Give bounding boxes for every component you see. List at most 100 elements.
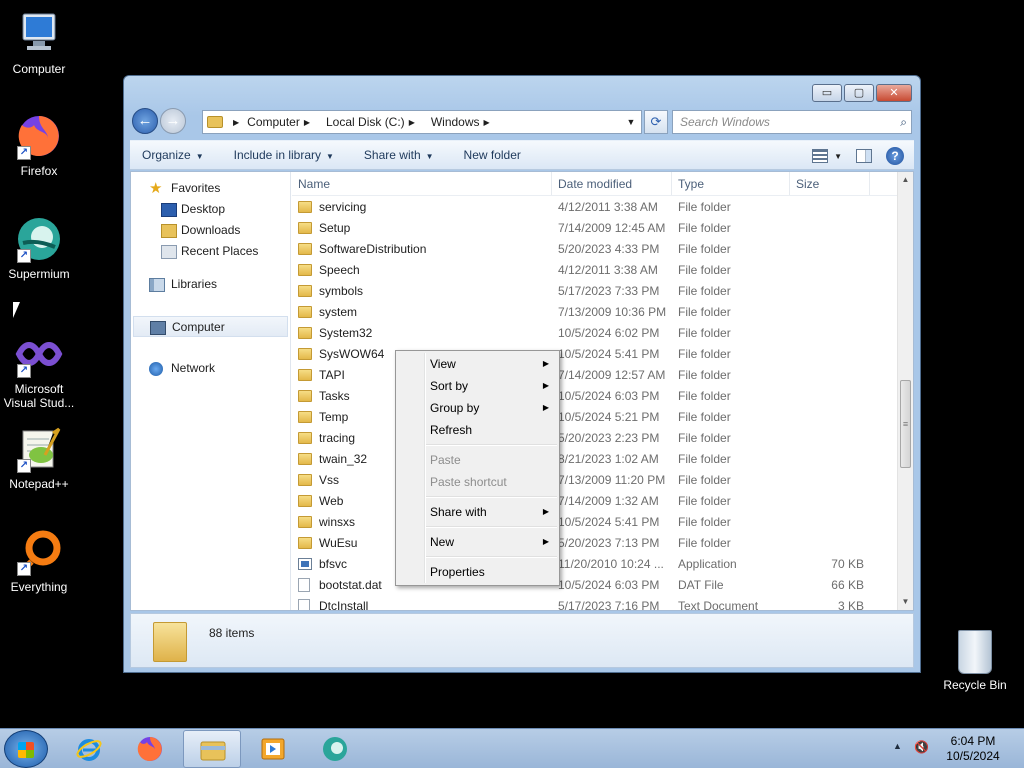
- address-bar[interactable]: ▶ Computer ▶ Local Disk (C:) ▶ Windows ▶ ▼: [202, 110, 642, 134]
- caret-down-icon: ▼: [326, 152, 334, 161]
- file-row[interactable]: winsxs 10/5/2024 5:41 PM File folder: [292, 512, 897, 533]
- menu-item-share-with[interactable]: Share with ▶: [396, 501, 559, 523]
- file-row[interactable]: Setup 7/14/2009 12:45 AM File folder: [292, 218, 897, 239]
- organize-button[interactable]: Organize ▼: [142, 148, 204, 162]
- nav-desktop[interactable]: Desktop: [131, 199, 290, 220]
- address-history-dropdown[interactable]: ▼: [623, 111, 639, 133]
- column-header-type[interactable]: Type: [672, 172, 790, 195]
- menu-item-properties[interactable]: Properties: [396, 561, 559, 583]
- caret-down-icon: ▼: [834, 151, 842, 161]
- file-row[interactable]: Vss 7/13/2009 11:20 PM File folder: [292, 470, 897, 491]
- maximize-button[interactable]: ▢: [844, 84, 874, 102]
- file-name-text: TAPI: [319, 368, 345, 382]
- nav-downloads[interactable]: Downloads: [131, 220, 290, 241]
- menu-item-label: Refresh: [430, 423, 473, 437]
- file-row[interactable]: servicing 4/12/2011 3:38 AM File folder: [292, 197, 897, 218]
- scroll-up-arrow-icon[interactable]: ▲: [898, 172, 913, 188]
- breadcrumb-windows[interactable]: Windows ▶: [431, 115, 498, 129]
- desktop-icon-everything[interactable]: ↗ Everything: [0, 528, 78, 594]
- file-row[interactable]: WuEsu 5/20/2023 7:13 PM File folder: [292, 533, 897, 554]
- include-in-library-button[interactable]: Include in library ▼: [234, 148, 334, 162]
- desktop-icon-visual-studio[interactable]: ↗ Microsoft Visual Stud...: [0, 330, 78, 410]
- file-name: servicing: [292, 197, 552, 218]
- menu-item-new[interactable]: New ▶: [396, 531, 559, 553]
- nav-libraries[interactable]: Libraries: [131, 274, 290, 295]
- file-size: [790, 218, 870, 239]
- chevron-right-icon[interactable]: ▶: [409, 118, 415, 127]
- desktop-icon-supermium[interactable]: ↗ Supermium: [0, 215, 78, 281]
- desktop-icon-label: Everything: [10, 580, 68, 594]
- chevron-right-icon[interactable]: ▶: [484, 118, 490, 127]
- computer-icon: [15, 10, 63, 58]
- new-folder-button[interactable]: New folder: [464, 148, 521, 162]
- back-button[interactable]: ←: [132, 108, 158, 134]
- file-row[interactable]: symbols 5/17/2023 7:33 PM File folder: [292, 281, 897, 302]
- media-player-icon: [261, 738, 285, 760]
- show-hidden-icons-button[interactable]: ▲: [893, 741, 902, 751]
- scrollbar-thumb[interactable]: ≡: [900, 380, 911, 468]
- chevron-right-icon[interactable]: ▶: [304, 118, 310, 127]
- desktop-icon-firefox[interactable]: ↗ Firefox: [0, 112, 78, 178]
- search-icon[interactable]: ⌕: [900, 111, 907, 133]
- desktop-icon-computer[interactable]: Computer: [0, 10, 78, 76]
- close-button[interactable]: ✕: [876, 84, 912, 102]
- nav-favorites[interactable]: ★ Favorites: [131, 178, 290, 199]
- menu-item-refresh[interactable]: Refresh: [396, 419, 559, 441]
- submenu-arrow-icon: ▶: [542, 507, 549, 516]
- taskbar-clock[interactable]: 6:04 PM 10/5/2024: [940, 734, 1006, 764]
- nav-network[interactable]: Network: [131, 358, 290, 379]
- nav-computer[interactable]: Computer: [133, 316, 288, 337]
- file-row[interactable]: system 7/13/2009 10:36 PM File folder: [292, 302, 897, 323]
- taskbar-media-player[interactable]: [244, 730, 302, 768]
- file-row[interactable]: Temp 10/5/2024 5:21 PM File folder: [292, 407, 897, 428]
- file-row[interactable]: bootstat.dat 10/5/2024 6:03 PM DAT File 66 …: [292, 575, 897, 596]
- arrow-right-icon: →: [165, 112, 181, 129]
- file-date: 5/20/2023 2:23 PM: [558, 431, 660, 445]
- menu-item-paste-shortcut: Paste shortcut: [396, 471, 559, 493]
- column-header-name[interactable]: Name: [292, 172, 552, 195]
- change-view-button[interactable]: ▼: [812, 149, 842, 163]
- volume-muted-icon[interactable]: 🔇: [914, 740, 932, 756]
- file-row[interactable]: bfsvc 11/20/2010 10:24 ... Application 70 K…: [292, 554, 897, 575]
- breadcrumb-computer[interactable]: Computer ▶: [247, 115, 318, 129]
- file-row[interactable]: SysWOW64 10/5/2024 5:41 PM File folder: [292, 344, 897, 365]
- breadcrumb-local-disk[interactable]: Local Disk (C:) ▶: [326, 115, 423, 129]
- menu-item-view[interactable]: View ▶: [396, 353, 559, 375]
- taskbar-firefox[interactable]: [121, 730, 179, 768]
- file-row[interactable]: Tasks 10/5/2024 6:03 PM File folder: [292, 386, 897, 407]
- preview-pane-icon[interactable]: [856, 149, 872, 163]
- nav-recent-places[interactable]: Recent Places: [131, 241, 290, 262]
- column-header-date[interactable]: Date modified: [552, 172, 672, 195]
- file-row[interactable]: System32 10/5/2024 6:02 PM File folder: [292, 323, 897, 344]
- taskbar-windows-explorer[interactable]: [183, 730, 241, 768]
- file-row[interactable]: Speech 4/12/2011 3:38 AM File folder: [292, 260, 897, 281]
- desktop-icon-recycle-bin[interactable]: Recycle Bin: [936, 630, 1014, 692]
- file-row[interactable]: tracing 5/20/2023 2:23 PM File folder: [292, 428, 897, 449]
- file-name-text: bfsvc: [319, 557, 348, 571]
- search-input[interactable]: Search Windows ⌕: [672, 110, 912, 134]
- desktop-icon-notepad-plus-plus[interactable]: ↗ Notepad++: [0, 425, 78, 491]
- refresh-button[interactable]: ⟳: [644, 110, 668, 134]
- menu-item-label: Paste: [430, 453, 461, 467]
- vertical-scrollbar[interactable]: ▲ ≡ ▼: [897, 172, 913, 610]
- taskbar-supermium[interactable]: [306, 730, 364, 768]
- menu-item-group-by[interactable]: Group by ▶: [396, 397, 559, 419]
- nav-label: Favorites: [171, 181, 221, 195]
- file-row[interactable]: twain_32 8/21/2023 1:02 AM File folder: [292, 449, 897, 470]
- scroll-down-arrow-icon[interactable]: ▼: [898, 594, 913, 610]
- share-with-button[interactable]: Share with ▼: [364, 148, 434, 162]
- file-row[interactable]: DtcInstall 5/17/2023 7:16 PM Text Document…: [292, 596, 897, 610]
- help-icon[interactable]: ?: [886, 147, 904, 165]
- file-type: File folder: [678, 515, 731, 529]
- file-row[interactable]: TAPI 7/14/2009 12:57 AM File folder: [292, 365, 897, 386]
- taskbar-internet-explorer[interactable]: [60, 730, 118, 768]
- column-header-size[interactable]: Size: [790, 172, 870, 195]
- file-row[interactable]: SoftwareDistribution 5/20/2023 4:33 PM Fil…: [292, 239, 897, 260]
- forward-button[interactable]: →: [160, 108, 186, 134]
- menu-item-sort-by[interactable]: Sort by ▶: [396, 375, 559, 397]
- file-date: 7/13/2009 10:36 PM: [558, 305, 667, 319]
- minimize-button[interactable]: ▭: [812, 84, 842, 102]
- file-size: [790, 491, 870, 512]
- start-button[interactable]: [4, 730, 48, 768]
- file-row[interactable]: Web 7/14/2009 1:32 AM File folder: [292, 491, 897, 512]
